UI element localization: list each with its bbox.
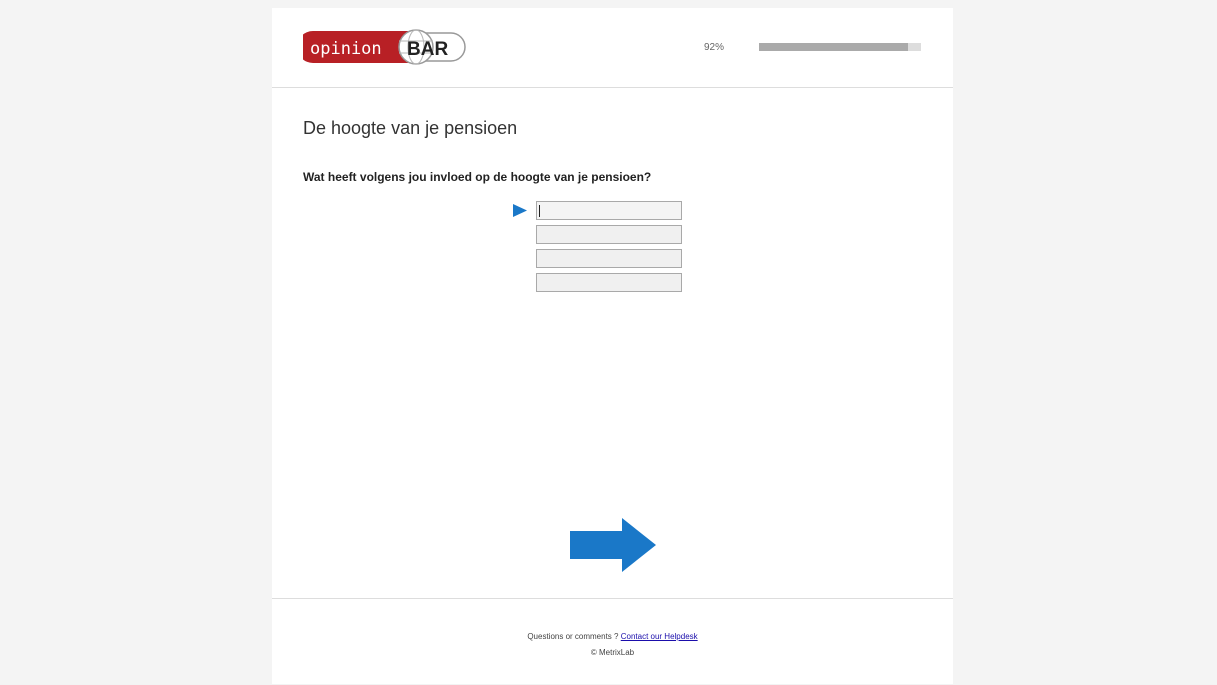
logo-text-opinion: opinion <box>310 39 382 59</box>
text-caret <box>539 205 540 217</box>
footer-question-text: Questions or comments ? <box>527 632 619 641</box>
answer-field-3[interactable] <box>536 249 682 268</box>
opinionbar-logo: opinion BAR <box>303 29 466 65</box>
footer-contact-line: Questions or comments ? Contact our Help… <box>272 632 953 641</box>
right-arrow-icon <box>570 518 656 572</box>
progress-bar-fill <box>759 43 909 51</box>
logo-text-bar: BAR <box>407 39 448 60</box>
copyright-text: © MetrixLab <box>590 648 635 657</box>
progress-bar <box>759 43 921 51</box>
survey-panel: opinion BAR 92% De hoogte van je pensioe… <box>272 8 953 684</box>
survey-header: opinion BAR 92% <box>272 8 953 88</box>
answer-field-2[interactable] <box>536 225 682 244</box>
page-background: opinion BAR 92% De hoogte van je pensioe… <box>0 0 1217 684</box>
page-title: De hoogte van je pensioen <box>303 118 518 138</box>
answer-field-4[interactable] <box>536 273 682 292</box>
answer-field-1[interactable] <box>536 201 682 220</box>
answer-fields <box>536 201 682 297</box>
question-text: Wat heeft volgens jou invloed op de hoog… <box>303 170 652 184</box>
progress-percent: 92% <box>704 42 725 53</box>
next-button[interactable] <box>570 518 656 572</box>
survey-footer: Questions or comments ? Contact our Help… <box>272 598 953 685</box>
current-field-pointer-icon <box>513 204 527 217</box>
helpdesk-link[interactable]: Contact our Helpdesk <box>621 632 698 641</box>
